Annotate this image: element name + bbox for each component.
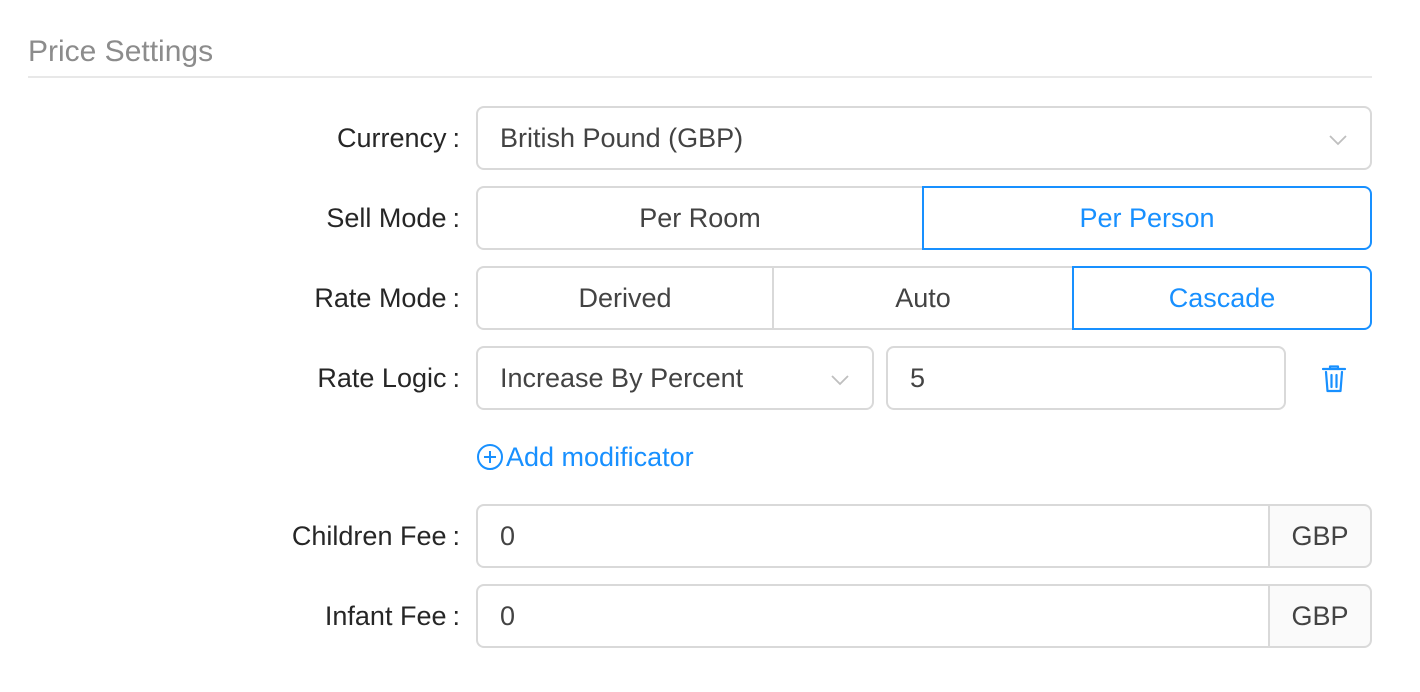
rate-mode-segmented: Derived Auto Cascade <box>476 266 1372 330</box>
trash-icon[interactable] <box>1320 364 1348 394</box>
rate-mode-row: Rate Mode: Derived Auto Cascade <box>0 266 1420 330</box>
rate-logic-amount-input[interactable]: 5 <box>886 346 1286 410</box>
children-fee-input[interactable]: 0 <box>476 504 1268 568</box>
infant-fee-currency-addon: GBP <box>1268 584 1372 648</box>
add-modificator-label: Add modificator <box>506 441 694 472</box>
rate-mode-derived-button[interactable]: Derived <box>476 266 774 330</box>
rate-logic-amount-value: 5 <box>910 362 926 393</box>
currency-value: British Pound (GBP) <box>500 122 744 153</box>
rate-logic-label: Rate Logic: <box>317 362 460 393</box>
rate-mode-cascade-button[interactable]: Cascade <box>1072 266 1372 330</box>
children-fee-value: 0 <box>500 520 516 551</box>
chevron-down-icon <box>831 375 849 386</box>
sell-mode-segmented: Per Room Per Person <box>476 186 1372 250</box>
rate-logic-row: Rate Logic: Increase By Percent 5 <box>0 346 1420 410</box>
currency-label: Currency: <box>336 122 460 153</box>
add-modificator-link[interactable]: Add modificator <box>476 438 694 476</box>
plus-circle-icon <box>477 444 503 470</box>
infant-fee-label: Infant Fee: <box>324 600 460 631</box>
rate-mode-auto-button[interactable]: Auto <box>772 266 1074 330</box>
sell-mode-label: Sell Mode: <box>326 202 460 233</box>
currency-select[interactable]: British Pound (GBP) <box>476 106 1372 170</box>
infant-fee-value: 0 <box>500 600 516 631</box>
children-fee-currency-addon: GBP <box>1268 504 1372 568</box>
rate-logic-type-select[interactable]: Increase By Percent <box>476 346 874 410</box>
section-divider <box>28 76 1372 78</box>
rate-logic-type-value: Increase By Percent <box>500 362 744 393</box>
children-fee-input-group: 0 GBP <box>476 504 1372 568</box>
section-title: Price Settings <box>28 35 214 68</box>
sell-mode-per-person-button[interactable]: Per Person <box>922 186 1372 250</box>
sell-mode-row: Sell Mode: Per Room Per Person <box>0 186 1420 250</box>
infant-fee-row: Infant Fee: 0 GBP <box>0 584 1420 648</box>
currency-row: Currency: British Pound (GBP) <box>0 106 1420 170</box>
children-fee-label: Children Fee: <box>291 520 460 551</box>
infant-fee-input[interactable]: 0 <box>476 584 1268 648</box>
sell-mode-per-room-button[interactable]: Per Room <box>476 186 924 250</box>
chevron-down-icon <box>1329 135 1347 146</box>
rate-mode-label: Rate Mode: <box>314 282 460 313</box>
children-fee-row: Children Fee: 0 GBP <box>0 504 1420 568</box>
infant-fee-input-group: 0 GBP <box>476 584 1372 648</box>
